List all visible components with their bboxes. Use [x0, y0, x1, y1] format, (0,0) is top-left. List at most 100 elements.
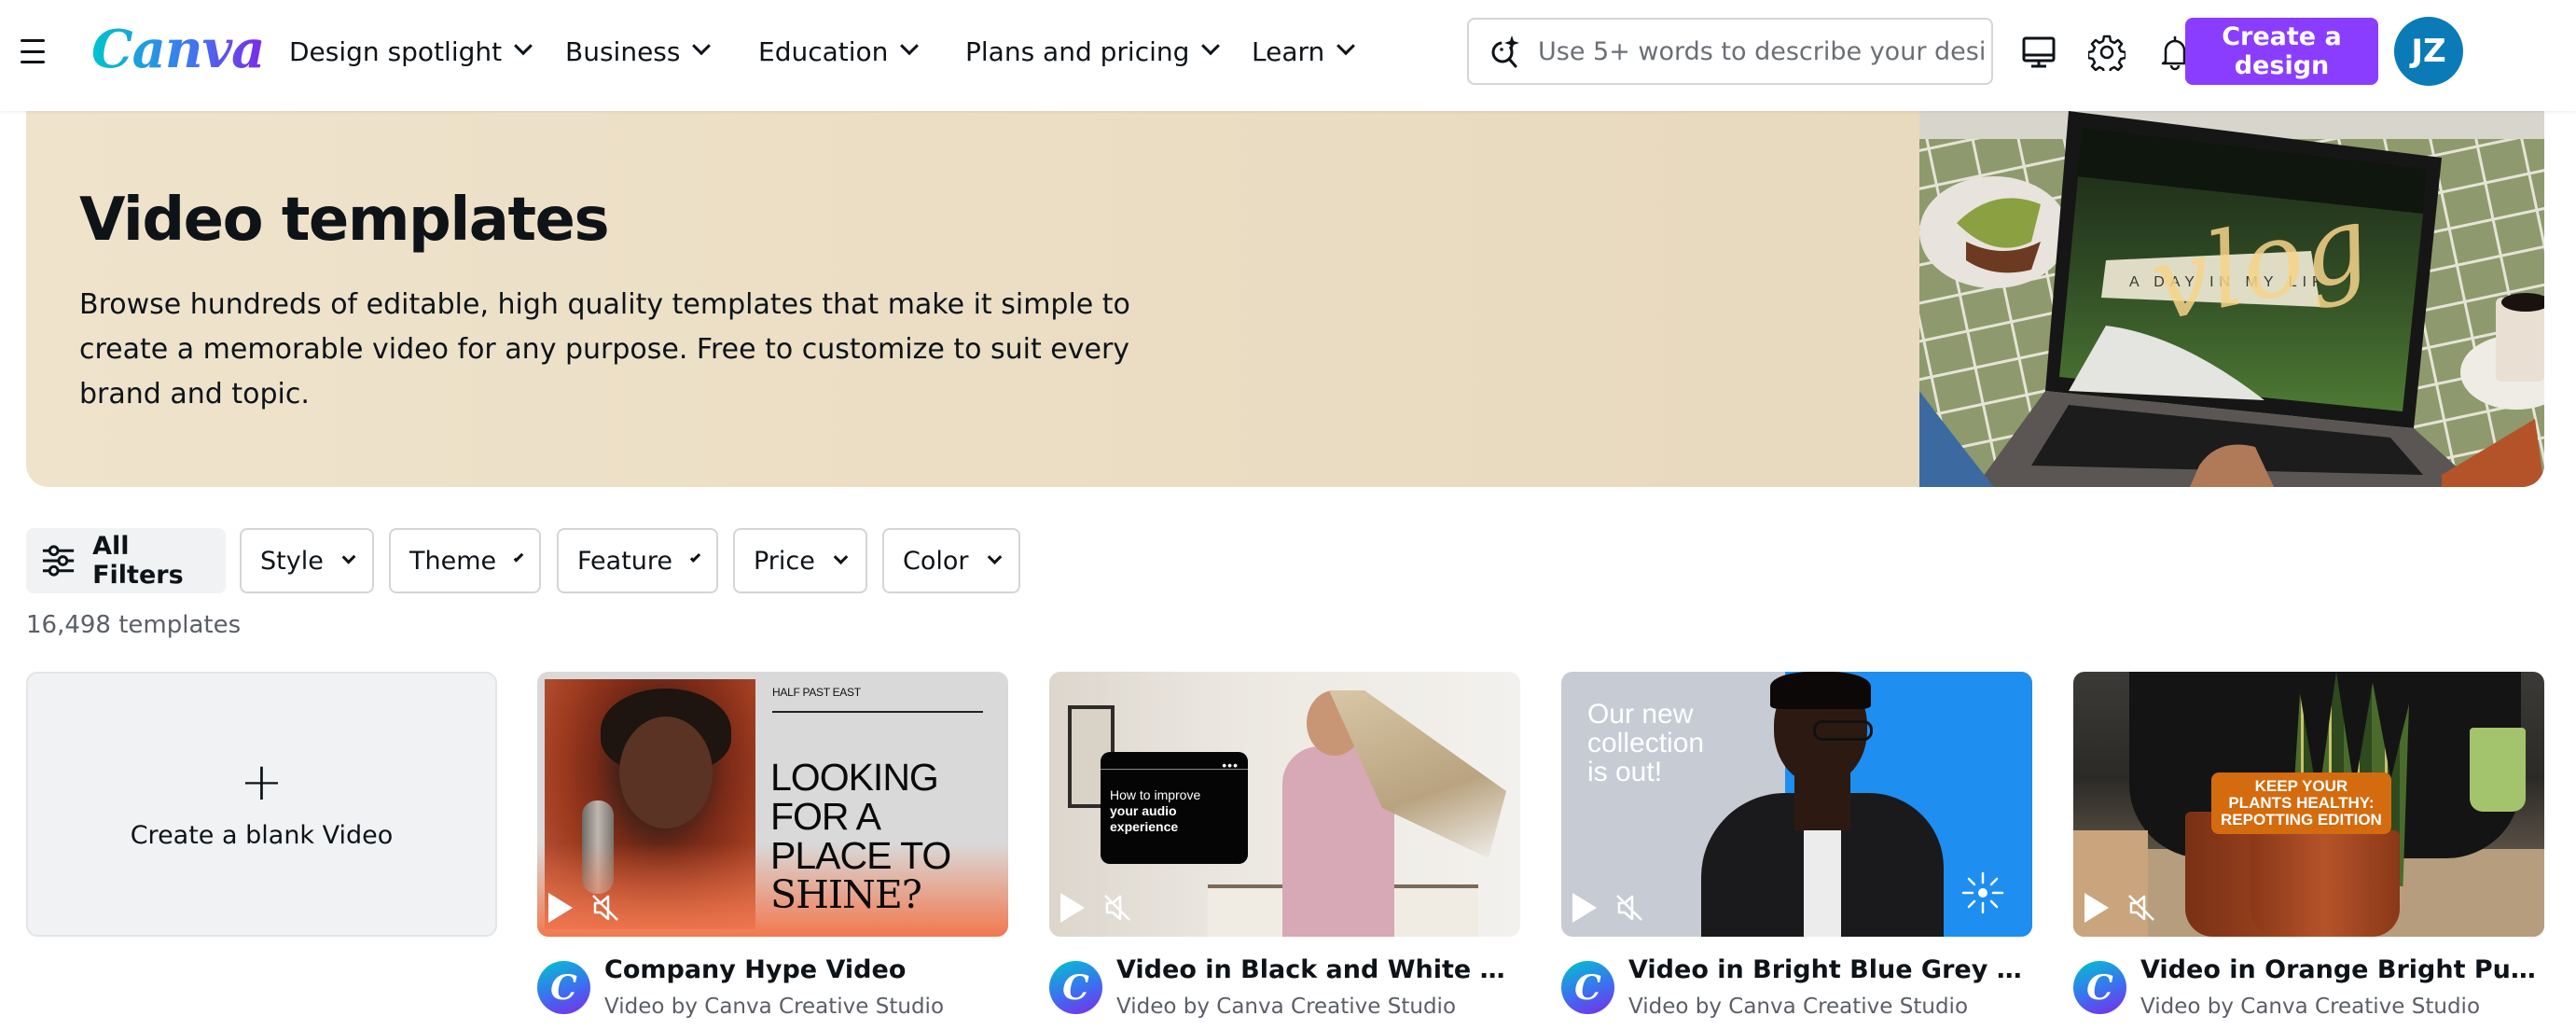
thumbnail-headline: Our new collection is out!	[1587, 700, 1704, 786]
muted-icon[interactable]	[1613, 892, 1645, 924]
headline-line: REPOTTING EDITION	[2221, 811, 2382, 828]
chevron-down-icon	[1201, 36, 1221, 56]
thumbnail-headline: LOOKING FOR A PLACE TO SHINE?	[770, 756, 951, 914]
canva-creator-icon[interactable]: C	[2073, 961, 2126, 1014]
template-title[interactable]: Video in Bright Blue Grey Professi...	[1628, 955, 2032, 984]
nav-label: Business	[565, 35, 681, 67]
nav-label: Plans and pricing	[965, 35, 1190, 67]
template-title[interactable]: Video in Black and White Brown S...	[1116, 955, 1520, 984]
thumbnail-photo-man	[1701, 672, 1944, 937]
chevron-down-icon	[692, 36, 712, 56]
thumbnail-headline: KEEP YOUR PLANTS HEALTHY: REPOTTING EDIT…	[2211, 772, 2391, 834]
settings-icon[interactable]	[2086, 32, 2127, 73]
template-thumbnail[interactable]: HALF PAST EAST LOOKING FOR A PLACE TO SH…	[537, 672, 1008, 937]
desktop-app-icon[interactable]	[2018, 32, 2059, 73]
divider	[1101, 769, 1248, 770]
nav-plans-and-pricing[interactable]: Plans and pricing	[965, 32, 1221, 71]
filter-label: Theme	[409, 546, 497, 576]
template-creator: Video by Canva Creative Studio	[604, 995, 945, 1019]
play-icon[interactable]	[2084, 893, 2109, 923]
template-card[interactable]: Our new collection is out! C Video in Br…	[1561, 672, 2032, 1028]
muted-icon[interactable]	[2126, 892, 2157, 924]
headline-line: Our new	[1587, 699, 1694, 730]
muted-icon[interactable]	[589, 892, 621, 924]
thumbnail-text: How to improve	[1110, 787, 1201, 802]
create-a-design-button[interactable]: Create a design	[2185, 18, 2378, 85]
results-count: 16,498 templates	[26, 611, 242, 639]
nav-design-spotlight[interactable]: Design spotlight	[289, 32, 533, 71]
thumbnail-text: your audio	[1110, 803, 1177, 818]
filter-label: Style	[260, 546, 324, 576]
create-blank-video-card[interactable]: + Create a blank Video	[26, 672, 497, 937]
chevron-down-icon	[689, 551, 701, 563]
chevron-down-icon	[900, 36, 920, 56]
headline-line: PLACE TO	[770, 834, 951, 877]
chevron-down-icon	[341, 550, 356, 564]
play-icon[interactable]	[548, 893, 573, 923]
nav-education[interactable]: Education	[758, 32, 920, 71]
page-title: Video templates	[79, 186, 610, 255]
photo-shape	[2470, 728, 2526, 812]
nav-learn[interactable]: Learn	[1252, 32, 1356, 71]
all-filters-button[interactable]: All Filters	[26, 528, 226, 593]
filter-feature-dropdown[interactable]: Feature	[557, 528, 718, 593]
chevron-down-icon	[514, 36, 533, 56]
nav-business[interactable]: Business	[565, 32, 712, 71]
search-input[interactable]	[1538, 36, 1986, 66]
thumbnail-brand-text: HALF PAST EAST	[772, 686, 861, 699]
hamburger-line	[21, 61, 45, 63]
template-creator: Video by Canva Creative Studio	[1628, 995, 1969, 1019]
video-controls	[548, 892, 621, 924]
template-title[interactable]: Video in Orange Bright Purple Sim...	[2140, 955, 2544, 984]
search-box[interactable]	[1467, 18, 1993, 85]
headline-line: collection	[1587, 728, 1705, 759]
nav-label: Education	[758, 35, 889, 67]
video-controls	[1572, 892, 1645, 924]
thumbnail-text-window: ••• How to improve your audio experience	[1101, 752, 1248, 864]
filter-label: Feature	[577, 546, 673, 576]
sparkle-burst-icon	[1961, 871, 2004, 914]
magic-search-icon	[1488, 34, 1523, 69]
canva-creator-icon[interactable]: C	[537, 961, 590, 1014]
hero-image-laptop: A DAY IN MY LIFE vlog	[1919, 111, 2544, 487]
filter-theme-dropdown[interactable]: Theme	[389, 528, 541, 593]
user-avatar[interactable]: JZ	[2394, 17, 2463, 86]
canva-creator-icon[interactable]: C	[1561, 961, 1614, 1014]
all-filters-label: All Filters	[92, 532, 184, 590]
photo-shape	[1770, 672, 1871, 709]
photo-shape	[619, 717, 713, 828]
filter-label: Price	[754, 546, 815, 576]
hero-illustration: A DAY IN MY LIFE vlog	[1919, 111, 2544, 487]
template-thumbnail[interactable]: ••• How to improve your audio experience	[1049, 672, 1520, 937]
filter-style-dropdown[interactable]: Style	[240, 528, 374, 593]
headline-line: KEEP YOUR	[2254, 777, 2348, 795]
headline-line: LOOKING	[770, 756, 939, 799]
chevron-down-icon	[987, 549, 1002, 564]
template-title[interactable]: Company Hype Video	[604, 955, 1008, 984]
photo-shape	[2251, 830, 2400, 937]
video-controls	[1060, 892, 1133, 924]
canva-logo[interactable]: Canva	[91, 17, 265, 82]
play-icon[interactable]	[1572, 893, 1597, 923]
template-creator: Video by Canva Creative Studio	[2140, 995, 2481, 1019]
filter-color-dropdown[interactable]: Color	[882, 528, 1020, 593]
play-icon[interactable]	[1060, 893, 1085, 923]
page-description: Browse hundreds of editable, high qualit…	[79, 288, 1130, 411]
plus-icon: +	[240, 751, 284, 813]
template-card[interactable]: ••• How to improve your audio experience…	[1049, 672, 1520, 1028]
template-card[interactable]: KEEP YOUR PLANTS HEALTHY: REPOTTING EDIT…	[2073, 672, 2544, 1028]
muted-icon[interactable]	[1101, 892, 1133, 924]
hamburger-menu-icon[interactable]	[17, 35, 48, 67]
top-navigation-bar: Canva Design spotlight Business Educatio…	[0, 0, 2576, 111]
template-thumbnail[interactable]: Our new collection is out!	[1561, 672, 2032, 937]
photo-shape	[1804, 821, 1841, 937]
filter-price-dropdown[interactable]: Price	[733, 528, 867, 593]
hamburger-line	[21, 49, 45, 53]
template-thumbnail[interactable]: KEEP YOUR PLANTS HEALTHY: REPOTTING EDIT…	[2073, 672, 2544, 937]
template-card[interactable]: HALF PAST EAST LOOKING FOR A PLACE TO SH…	[537, 672, 1008, 1028]
nav-label: Design spotlight	[289, 35, 503, 67]
template-meta: C Video in Bright Blue Grey Professi... …	[1561, 955, 2032, 1028]
canva-creator-icon[interactable]: C	[1049, 961, 1102, 1014]
divider	[772, 711, 983, 713]
photo-shape	[1813, 720, 1873, 741]
